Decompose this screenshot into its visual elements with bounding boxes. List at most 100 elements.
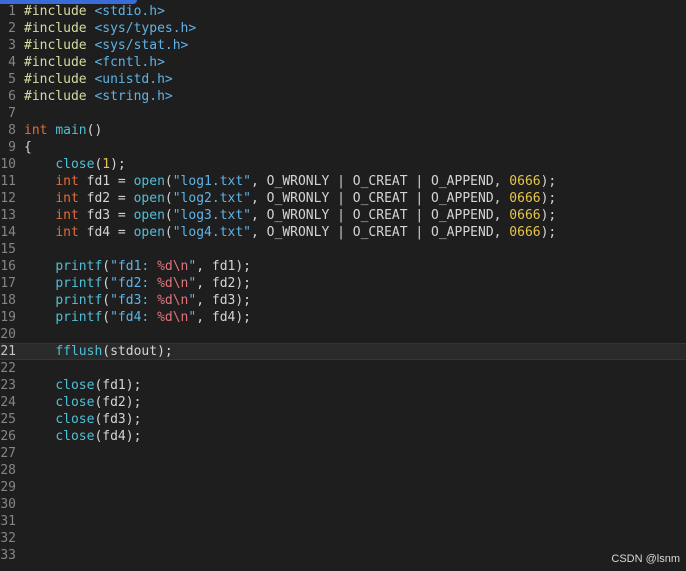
code-line[interactable]: 12 int fd2 = open("log2.txt", O_WRONLY |… bbox=[0, 190, 686, 207]
code-token: int bbox=[55, 208, 79, 223]
code-token: 0666 bbox=[509, 191, 541, 206]
line-number: 28 bbox=[0, 463, 16, 478]
line-number: 7 bbox=[8, 106, 16, 121]
code-line[interactable]: 13 int fd3 = open("log3.txt", O_WRONLY |… bbox=[0, 207, 686, 224]
code-token: "fd1: bbox=[110, 259, 158, 274]
line-code[interactable]: close(fd4); bbox=[24, 428, 141, 445]
code-token: printf bbox=[55, 310, 103, 325]
code-line[interactable]: 11 int fd1 = open("log1.txt", O_WRONLY |… bbox=[0, 173, 686, 190]
code-token: printf bbox=[55, 259, 103, 274]
code-token: \n bbox=[172, 310, 189, 325]
code-line[interactable]: 14 int fd4 = open("log4.txt", O_WRONLY |… bbox=[0, 224, 686, 241]
line-code[interactable]: printf("fd2: %d\n", fd2); bbox=[24, 275, 251, 292]
code-line[interactable]: 31 bbox=[0, 513, 686, 530]
code-line[interactable]: 17 printf("fd2: %d\n", fd2); bbox=[0, 275, 686, 292]
code-line[interactable]: 15 bbox=[0, 241, 686, 258]
code-token: <string.h> bbox=[94, 89, 173, 104]
code-line[interactable]: 5 #include <unistd.h> bbox=[0, 71, 686, 88]
line-code[interactable]: #include <stdio.h> bbox=[24, 3, 165, 20]
code-token: ); bbox=[110, 157, 126, 172]
line-code[interactable]: #include <unistd.h> bbox=[24, 71, 173, 88]
code-token: open bbox=[133, 174, 165, 189]
line-number: 3 bbox=[8, 38, 16, 53]
line-code[interactable]: close(fd3); bbox=[24, 411, 141, 428]
line-code[interactable]: { bbox=[24, 139, 32, 156]
line-number: 16 bbox=[0, 259, 16, 274]
line-code[interactable]: int fd3 = open("log3.txt", O_WRONLY | O_… bbox=[24, 207, 556, 224]
code-token: "fd4: bbox=[110, 310, 158, 325]
code-line[interactable]: 6 #include <string.h> bbox=[0, 88, 686, 105]
code-token: %d bbox=[157, 259, 173, 274]
code-token: <sys/stat.h> bbox=[94, 38, 189, 53]
line-code[interactable]: #include <sys/types.h> bbox=[24, 20, 196, 37]
code-token: , fd1); bbox=[196, 259, 252, 274]
code-line[interactable]: 26 close(fd4); bbox=[0, 428, 686, 445]
code-token: close bbox=[55, 378, 95, 393]
code-token: close bbox=[55, 429, 95, 444]
code-line[interactable]: 29 bbox=[0, 479, 686, 496]
line-code[interactable]: printf("fd4: %d\n", fd4); bbox=[24, 309, 251, 326]
code-line[interactable]: 28 bbox=[0, 462, 686, 479]
code-lines[interactable]: 1 #include <stdio.h> 2 #include <sys/types.… bbox=[0, 3, 686, 564]
code-line[interactable]: 3 #include <sys/stat.h> bbox=[0, 37, 686, 54]
code-line[interactable]: 16 printf("fd1: %d\n", fd1); bbox=[0, 258, 686, 275]
code-line[interactable]: 8 int main() bbox=[0, 122, 686, 139]
line-code[interactable]: #include <fcntl.h> bbox=[24, 54, 165, 71]
line-code[interactable]: #include <sys/stat.h> bbox=[24, 37, 188, 54]
code-line[interactable]: 18 printf("fd3: %d\n", fd3); bbox=[0, 292, 686, 309]
code-line[interactable]: 24 close(fd2); bbox=[0, 394, 686, 411]
code-line[interactable]: 27 bbox=[0, 445, 686, 462]
code-token: %d bbox=[157, 293, 173, 308]
code-token: ); bbox=[540, 174, 557, 189]
code-token: #include bbox=[24, 21, 95, 36]
line-code[interactable]: fflush(stdout); bbox=[24, 344, 172, 359]
line-code[interactable]: close(fd2); bbox=[24, 394, 141, 411]
line-code[interactable]: printf("fd1: %d\n", fd1); bbox=[24, 258, 251, 275]
code-token: #include bbox=[24, 72, 95, 87]
line-code[interactable]: printf("fd3: %d\n", fd3); bbox=[24, 292, 251, 309]
code-token: (fd3); bbox=[94, 412, 142, 427]
code-line[interactable]: 7 bbox=[0, 105, 686, 122]
code-line[interactable]: 32 bbox=[0, 530, 686, 547]
code-token: #include bbox=[24, 89, 95, 104]
code-line[interactable]: 10 close(1); bbox=[0, 156, 686, 173]
code-token: %d bbox=[157, 310, 173, 325]
code-token: ); bbox=[540, 208, 557, 223]
code-token: "log3.txt" bbox=[172, 208, 252, 223]
code-line[interactable]: 25 close(fd3); bbox=[0, 411, 686, 428]
line-code[interactable]: close(fd1); bbox=[24, 377, 141, 394]
code-token: #include bbox=[24, 55, 95, 70]
line-code[interactable]: int fd2 = open("log2.txt", O_WRONLY | O_… bbox=[24, 190, 556, 207]
line-code[interactable]: int fd4 = open("log4.txt", O_WRONLY | O_… bbox=[24, 224, 556, 241]
line-number: 1 bbox=[8, 4, 16, 19]
code-token: 0666 bbox=[509, 174, 541, 189]
code-line[interactable]: 30 bbox=[0, 496, 686, 513]
code-line[interactable]: 20 bbox=[0, 326, 686, 343]
code-line[interactable]: 2 #include <sys/types.h> bbox=[0, 20, 686, 37]
code-token: #include bbox=[24, 38, 95, 53]
line-number: 30 bbox=[0, 497, 16, 512]
code-line[interactable]: 33 bbox=[0, 547, 686, 564]
code-token: 1 bbox=[102, 157, 111, 172]
code-token: open bbox=[133, 191, 165, 206]
code-line[interactable]: 22 bbox=[0, 360, 686, 377]
code-token: ( bbox=[102, 310, 111, 325]
line-code[interactable]: int fd1 = open("log1.txt", O_WRONLY | O_… bbox=[24, 173, 556, 190]
code-editor[interactable]: 1 #include <stdio.h> 2 #include <sys/types.… bbox=[0, 0, 686, 571]
code-line[interactable]: 9{ bbox=[0, 139, 686, 156]
code-line[interactable]: 4 #include <fcntl.h> bbox=[0, 54, 686, 71]
code-line[interactable]: 1 #include <stdio.h> bbox=[0, 3, 686, 20]
line-code[interactable]: close(1); bbox=[24, 156, 126, 173]
code-line[interactable]: 23 close(fd1); bbox=[0, 377, 686, 394]
line-code[interactable]: int main() bbox=[24, 122, 102, 139]
line-number: 14 bbox=[0, 225, 16, 240]
code-line[interactable]: 19 printf("fd4: %d\n", fd4); bbox=[0, 309, 686, 326]
line-code[interactable]: #include <string.h> bbox=[24, 88, 173, 105]
code-token: "log2.txt" bbox=[172, 191, 252, 206]
current-code-line[interactable]: 21 fflush(stdout); bbox=[0, 343, 686, 360]
